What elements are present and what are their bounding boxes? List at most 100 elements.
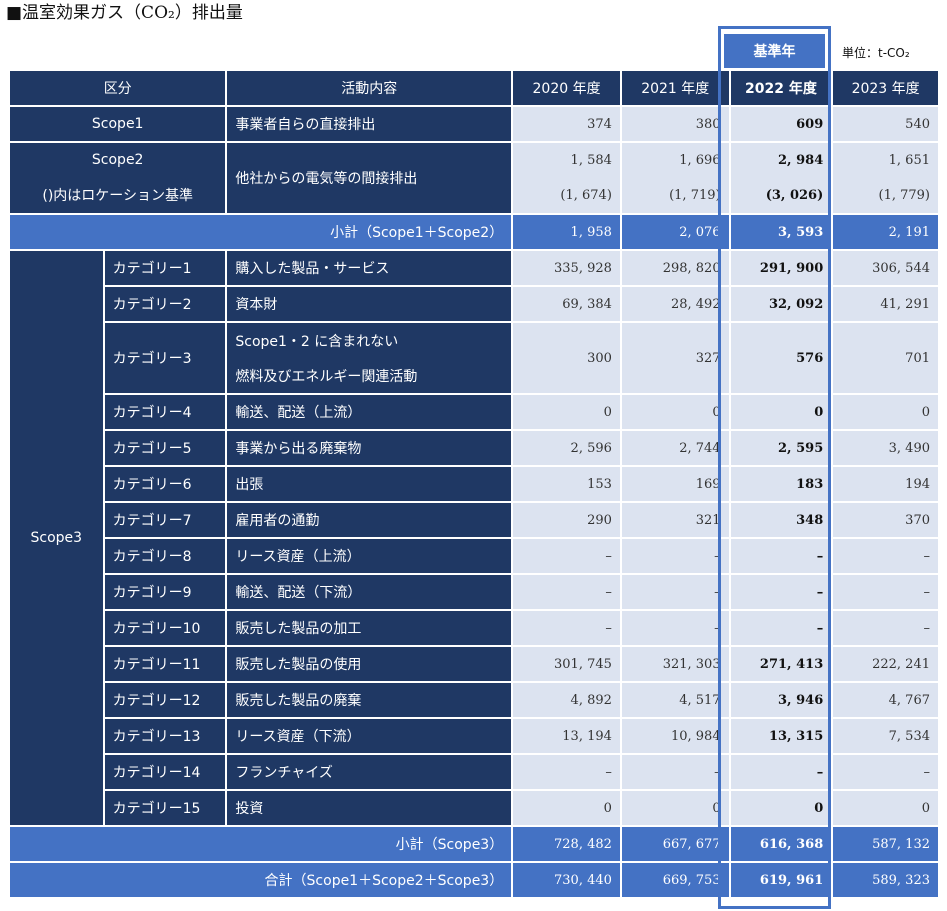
scope1-activity: 事業者自らの直接排出	[227, 107, 512, 143]
subtotal12-label: 小計（Scope1＋Scope2）	[10, 215, 512, 251]
category-name: カテゴリー12	[104, 683, 226, 719]
category-value: –	[621, 539, 729, 575]
category-activity: 投資	[227, 791, 512, 827]
category-value: 7, 534	[833, 719, 938, 755]
category-value: 321, 303	[621, 647, 729, 683]
category-value: 13, 315	[730, 719, 832, 755]
category-value: 28, 492	[621, 287, 729, 323]
table-row-subtotal12: 小計（Scope1＋Scope2） 1, 958 2, 076 3, 593 2…	[10, 215, 938, 251]
page-title: ■温室効果ガス（CO₂）排出量	[6, 3, 243, 23]
category-value: 0	[621, 791, 729, 827]
category-value: –	[621, 755, 729, 791]
scope2-market-2020: 1, 584	[570, 153, 612, 168]
category-value: 348	[730, 503, 832, 539]
category-value: 0	[730, 791, 832, 827]
category-value: 576	[730, 323, 832, 395]
category-activity: 雇用者の通勤	[227, 503, 512, 539]
category-value: 153	[513, 467, 620, 503]
scope2-location-2020: (1, 674)	[560, 188, 612, 203]
category-value: 290	[513, 503, 620, 539]
table-row: カテゴリー12 販売した製品の廃棄 4, 892 4, 517 3, 946 4, 767	[10, 683, 938, 719]
category-activity: 事業から出る廃棄物	[227, 431, 512, 467]
category-value: –	[513, 575, 620, 611]
category-value: 327	[621, 323, 729, 395]
table-row: カテゴリー5 事業から出る廃棄物 2, 596 2, 744 2, 595 3, 490	[10, 431, 938, 467]
table-row: カテゴリー6 出張 153 169 183 194	[10, 467, 938, 503]
table-row: カテゴリー3 Scope1・2 に含まれない 燃料及びエネルギー関連活動 300 327…	[10, 323, 938, 395]
table-row: カテゴリー7 雇用者の通勤 290 321 348 370	[10, 503, 938, 539]
category-name: カテゴリー7	[104, 503, 226, 539]
category-value: –	[730, 755, 832, 791]
category-value: –	[833, 539, 938, 575]
table-row: カテゴリー8 リース資産（上流） – – – –	[10, 539, 938, 575]
total-label: 合計（Scope1＋Scope2＋Scope3）	[10, 863, 512, 899]
category-activity: 購入した製品・サービス	[227, 251, 512, 287]
scope2-market-2021: 1, 696	[679, 153, 721, 168]
category-value: –	[833, 575, 938, 611]
subtotal12-2021: 2, 076	[621, 215, 729, 251]
subtotal12-2022: 3, 593	[730, 215, 832, 251]
category-value: –	[730, 539, 832, 575]
category-name: カテゴリー3	[104, 323, 226, 395]
category-value: –	[730, 611, 832, 647]
category-value: 300	[513, 323, 620, 395]
scope2-label-2: ()内はロケーション基準	[42, 187, 194, 204]
header-row: 区分 活動内容 2020 年度 2021 年度 2022 年度 2023 年度	[10, 71, 938, 107]
category-activity-line: 燃料及びエネルギー関連活動	[235, 368, 418, 385]
category-value: 298, 820	[621, 251, 729, 287]
category-value: 32, 092	[730, 287, 832, 323]
category-value: 2, 596	[513, 431, 620, 467]
scope2-label: Scope2 ()内はロケーション基準	[10, 143, 226, 215]
emissions-table: 区分 活動内容 2020 年度 2021 年度 2022 年度 2023 年度 …	[8, 71, 940, 899]
category-value: 13, 194	[513, 719, 620, 755]
table-row: Scope3 カテゴリー1 購入した製品・サービス 335, 928 298, 820 2…	[10, 251, 938, 827]
category-activity: 輸送、配送（下流）	[227, 575, 512, 611]
category-activity: Scope1・2 に含まれない 燃料及びエネルギー関連活動	[227, 323, 512, 395]
category-value: 291, 900	[730, 251, 832, 287]
category-value: 3, 946	[730, 683, 832, 719]
scope1-label: Scope1	[10, 107, 226, 143]
category-value: 4, 767	[833, 683, 938, 719]
category-value: 0	[513, 791, 620, 827]
category-value: 3, 490	[833, 431, 938, 467]
category-value: 222, 241	[833, 647, 938, 683]
category-activity: 販売した製品の使用	[227, 647, 512, 683]
scope2-market-2022: 2, 984	[778, 153, 824, 168]
category-value: –	[621, 611, 729, 647]
subtotal3-2022: 616, 368	[730, 827, 832, 863]
category-value: 306, 544	[833, 251, 938, 287]
scope2-location-2023: (1, 779)	[878, 188, 931, 203]
total-2021: 669, 753	[621, 863, 729, 899]
scope3-label: Scope3	[10, 251, 103, 827]
category-value: 0	[833, 791, 938, 827]
category-name: カテゴリー6	[104, 467, 226, 503]
category-value: 370	[833, 503, 938, 539]
total-2020: 730, 440	[513, 863, 620, 899]
subtotal12-2020: 1, 958	[513, 215, 620, 251]
category-value: 41, 291	[833, 287, 938, 323]
category-value: –	[513, 611, 620, 647]
scope2-2023: 1, 651 (1, 779)	[833, 143, 938, 215]
scope1-2023: 540	[833, 107, 938, 143]
scope2-location-2022: (3, 026)	[765, 188, 824, 203]
table-row-scope2: Scope2 ()内はロケーション基準 他社からの電気等の間接排出 1, 584 (…	[10, 143, 938, 215]
subtotal12-2023: 2, 191	[833, 215, 938, 251]
category-value: 0	[513, 395, 620, 431]
category-value: 69, 384	[513, 287, 620, 323]
category-value: 4, 517	[621, 683, 729, 719]
category-value: –	[833, 611, 938, 647]
category-value: 301, 745	[513, 647, 620, 683]
category-value: 10, 984	[621, 719, 729, 755]
table-row-scope1: Scope1 事業者自らの直接排出 374 380 609 540	[10, 107, 938, 143]
scope2-label-1: Scope2	[91, 151, 144, 168]
category-activity: 輸送、配送（上流）	[227, 395, 512, 431]
table-row-subtotal3: 小計（Scope3） 728, 482 667, 677 616, 368 58…	[10, 827, 938, 863]
scope1-2020: 374	[513, 107, 620, 143]
total-2023: 589, 323	[833, 863, 938, 899]
scope2-activity: 他社からの電気等の間接排出	[227, 143, 512, 215]
category-value: 0	[621, 395, 729, 431]
scope2-2021: 1, 696 (1, 719)	[621, 143, 729, 215]
category-name: カテゴリー13	[104, 719, 226, 755]
scope2-location-2021: (1, 719)	[669, 188, 721, 203]
category-value: –	[833, 755, 938, 791]
